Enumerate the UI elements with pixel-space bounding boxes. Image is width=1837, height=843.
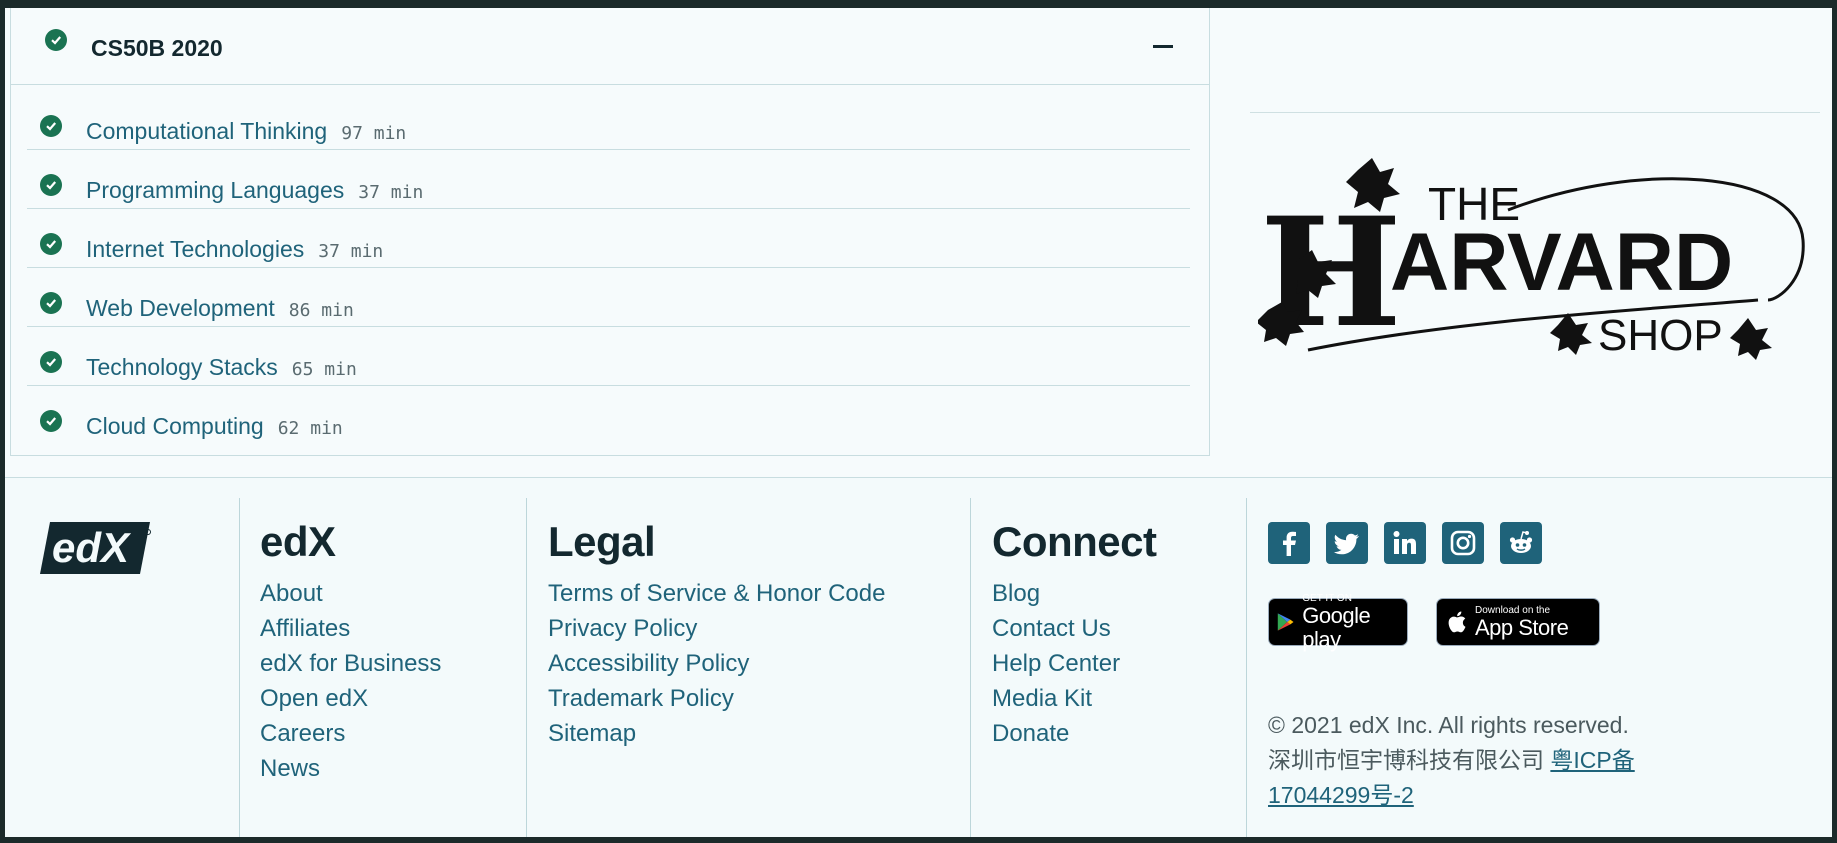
lesson-duration: 97 min: [341, 123, 407, 144]
instagram-icon[interactable]: [1442, 522, 1484, 564]
course-header[interactable]: CS50B 2020: [11, 7, 1209, 85]
lesson-duration: 37 min: [358, 182, 424, 203]
footer-link-affiliates[interactable]: Affiliates: [260, 611, 441, 646]
torn-edge: [0, 0, 1837, 8]
lesson-title-link[interactable]: Internet Technologies 37 min: [86, 236, 383, 263]
divider: [239, 498, 240, 843]
reddit-icon[interactable]: [1500, 522, 1542, 564]
lesson-item[interactable]: Technology Stacks 65 min: [27, 327, 1190, 386]
company-name: 深圳市恒宇博科技有限公司: [1268, 747, 1544, 773]
check-circle-icon: [40, 174, 62, 196]
google-play-badge[interactable]: GET IT ON Google play: [1268, 593, 1408, 651]
footer-link-donate[interactable]: Donate: [992, 716, 1157, 751]
footer-edx-column: edX About Affiliates edX for Business Op…: [260, 518, 441, 786]
lesson-title-link[interactable]: Web Development 86 min: [86, 295, 354, 322]
footer-link-privacy[interactable]: Privacy Policy: [548, 611, 885, 646]
check-circle-icon: [40, 410, 62, 432]
footer-heading-edx: edX: [260, 518, 336, 565]
check-circle-icon: [45, 29, 67, 51]
google-play-small-text: GET IT ON: [1302, 592, 1352, 604]
edx-logo[interactable]: edX: [40, 518, 152, 578]
facebook-icon[interactable]: [1268, 522, 1310, 564]
lesson-list: Computational Thinking 97 min Programming…: [27, 91, 1190, 445]
app-store-small-text: Download on the: [1475, 604, 1551, 616]
app-store-badges: GET IT ON Google play Download on the Ap…: [1268, 593, 1600, 651]
divider: [1250, 112, 1820, 113]
footer-link-sitemap[interactable]: Sitemap: [548, 716, 885, 751]
footer-link-help-center[interactable]: Help Center: [992, 646, 1157, 681]
logo-arvard-text: ARVARD: [1390, 217, 1733, 308]
footer-link-accessibility[interactable]: Accessibility Policy: [548, 646, 885, 681]
copyright-text: © 2021 edX Inc. All rights reserved.: [1268, 712, 1629, 738]
footer-legal-column: Legal Terms of Service & Honor Code Priv…: [548, 518, 885, 751]
lesson-title-link[interactable]: Cloud Computing 62 min: [86, 413, 343, 440]
footer-heading-connect: Connect: [992, 518, 1157, 565]
course-outline-panel: CS50B 2020 Computational Thinking 97 min …: [10, 6, 1210, 456]
torn-edge: [0, 837, 1837, 843]
course-title: CS50B 2020: [91, 35, 223, 61]
footer-connect-column: Connect Blog Contact Us Help Center Medi…: [992, 518, 1157, 751]
footer-link-news[interactable]: News: [260, 751, 441, 786]
lesson-duration: 86 min: [288, 300, 354, 321]
lesson-item[interactable]: Web Development 86 min: [27, 268, 1190, 327]
torn-edge: [1832, 0, 1837, 843]
footer-link-about[interactable]: About: [260, 576, 441, 611]
social-links: [1268, 522, 1542, 564]
google-play-big-text: Google play: [1302, 602, 1371, 652]
app-store-big-text: App Store: [1475, 614, 1569, 640]
lesson-duration: 62 min: [277, 418, 343, 439]
footer-link-trademark[interactable]: Trademark Policy: [548, 681, 885, 716]
lesson-item[interactable]: Programming Languages 37 min: [27, 150, 1190, 209]
collapse-button[interactable]: [1145, 33, 1181, 59]
lesson-item[interactable]: Internet Technologies 37 min: [27, 209, 1190, 268]
footer-link-edx-for-business[interactable]: edX for Business: [260, 646, 441, 681]
lesson-item[interactable]: Computational Thinking 97 min: [27, 91, 1190, 150]
check-circle-icon: [40, 292, 62, 314]
divider: [970, 498, 971, 843]
footer-link-open-edx[interactable]: Open edX: [260, 681, 441, 716]
harvard-shop-logo[interactable]: H THE ARVARD SHOP: [1258, 150, 1828, 370]
footer-heading-legal: Legal: [548, 518, 656, 565]
footer-link-media-kit[interactable]: Media Kit: [992, 681, 1157, 716]
linkedin-icon[interactable]: [1384, 522, 1426, 564]
divider: [526, 498, 527, 843]
lesson-title-link[interactable]: Technology Stacks 65 min: [86, 354, 357, 381]
logo-shop-text: SHOP: [1598, 311, 1723, 360]
footer-link-blog[interactable]: Blog: [992, 576, 1157, 611]
lesson-title-link[interactable]: Computational Thinking 97 min: [86, 118, 406, 145]
footer-link-contact-us[interactable]: Contact Us: [992, 611, 1157, 646]
course-section: CS50B 2020 Computational Thinking 97 min …: [0, 0, 1837, 477]
apple-icon: [1448, 611, 1466, 633]
twitter-icon[interactable]: [1326, 522, 1368, 564]
lesson-item[interactable]: Cloud Computing 62 min: [27, 386, 1190, 445]
check-circle-icon: [40, 233, 62, 255]
lesson-title-link[interactable]: Programming Languages 37 min: [86, 177, 423, 204]
check-circle-icon: [40, 351, 62, 373]
torn-edge: [0, 0, 5, 843]
minus-icon: [1153, 44, 1173, 48]
footer-link-terms[interactable]: Terms of Service & Honor Code: [548, 576, 885, 611]
copyright-block: © 2021 edX Inc. All rights reserved. 深圳市…: [1268, 708, 1688, 813]
lesson-duration: 37 min: [318, 241, 384, 262]
google-play-icon: [1277, 613, 1294, 631]
footer-link-careers[interactable]: Careers: [260, 716, 441, 751]
check-circle-icon: [40, 115, 62, 137]
app-store-badge[interactable]: Download on the App Store: [1436, 598, 1600, 646]
lesson-duration: 65 min: [291, 359, 357, 380]
divider: [1246, 498, 1247, 843]
edx-logo-text: edX: [52, 524, 132, 571]
site-footer: edX edX About Affiliates edX for Busines…: [0, 477, 1837, 843]
